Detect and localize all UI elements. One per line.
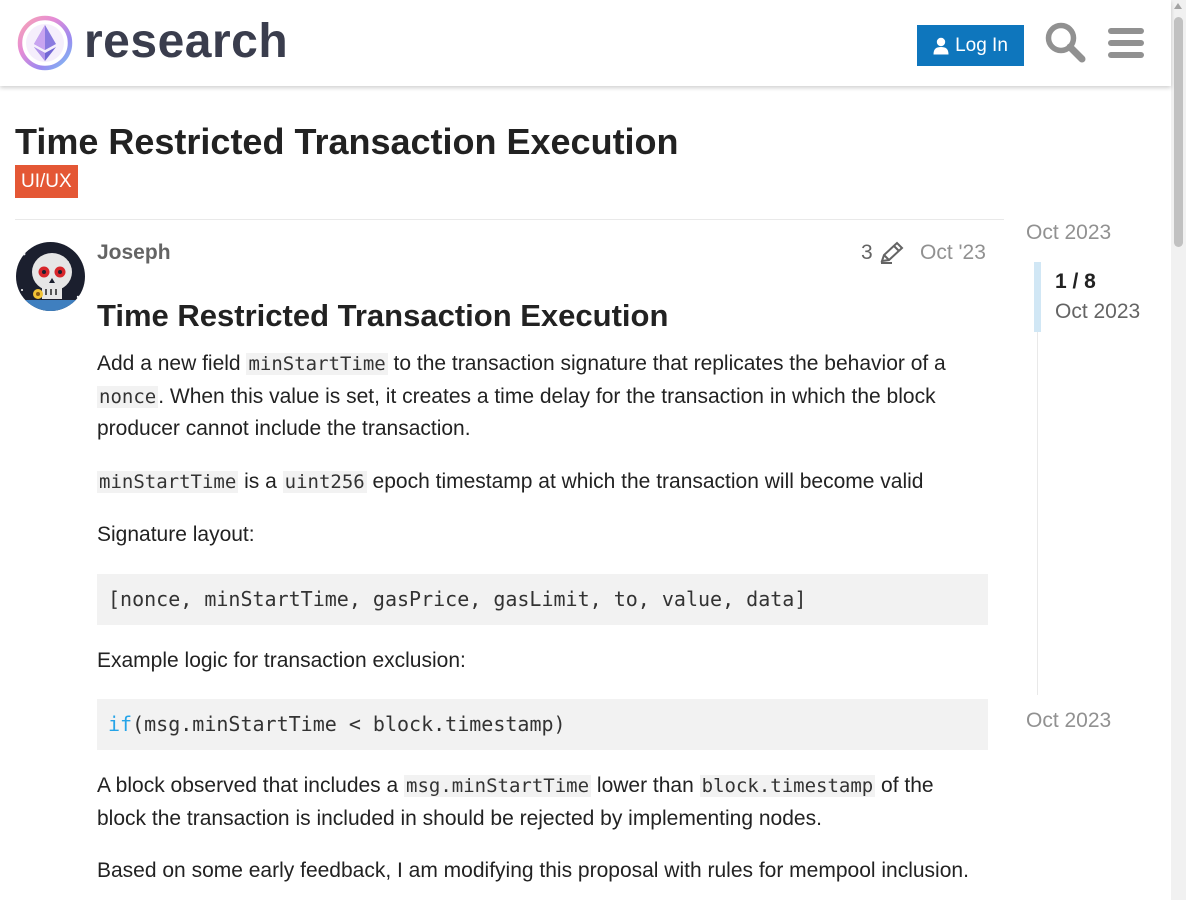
post-paragraph: Signature layout:: [97, 523, 255, 546]
site-header: research Log In: [0, 0, 1171, 86]
text-span: Add a new field: [97, 352, 247, 375]
code-block: if(msg.minStartTime < block.timestamp): [97, 699, 988, 750]
avatar[interactable]: [16, 242, 85, 311]
inline-code: minStartTime: [246, 353, 388, 375]
timeline-position: 1 / 8: [1055, 270, 1096, 293]
inline-code: uint256: [282, 470, 367, 493]
post-paragraph: Add a new field minStartTime to the tran…: [97, 348, 988, 446]
scroll-thumb[interactable]: [1174, 17, 1183, 247]
inline-code: msg.minStartTime: [404, 775, 592, 797]
text-span: A block observed that includes a: [97, 774, 405, 797]
text-span: to the transaction signature that replic…: [387, 352, 946, 375]
timeline-handle[interactable]: [1034, 262, 1041, 332]
logo-icon[interactable]: [16, 14, 74, 72]
code-text: (msg.minStartTime < block.timestamp): [132, 712, 566, 736]
category-badge[interactable]: UI/UX: [15, 165, 78, 198]
scroll-up-arrow-icon[interactable]: [1174, 3, 1182, 9]
post-paragraph: Example logic for transaction exclusion:: [97, 648, 466, 672]
timeline-current-date: Oct 2023: [1055, 300, 1141, 323]
post-paragraph: minStartTime is a uint256 epoch timestam…: [97, 466, 988, 499]
pencil-icon: [880, 241, 904, 264]
text-span: is a: [238, 469, 283, 493]
edit-count: 3: [861, 241, 873, 264]
post-paragraph: A block observed that includes a msg.min…: [97, 770, 988, 835]
login-button[interactable]: Log In: [917, 25, 1024, 66]
hamburger-menu-icon[interactable]: [1104, 20, 1148, 64]
code-keyword: if: [108, 712, 133, 736]
skull-avatar-icon: [16, 242, 85, 311]
inline-code: block.timestamp: [699, 775, 876, 797]
text-span: lower than: [591, 774, 700, 797]
post-paragraph: Based on some early feedback, I am modif…: [97, 859, 969, 882]
post-username[interactable]: Joseph: [97, 240, 171, 266]
logo-text[interactable]: research: [84, 12, 288, 72]
text-span: . When this value is set, it creates a t…: [97, 384, 936, 441]
page-scrollbar[interactable]: [1171, 0, 1186, 900]
text-span: epoch timestamp at which the transaction…: [366, 469, 924, 493]
post-body: Time Restricted Transaction Execution Ad…: [97, 296, 988, 888]
edit-history-button[interactable]: 3: [861, 240, 905, 266]
post-date[interactable]: Oct '23: [920, 240, 986, 266]
timeline-end-date[interactable]: Oct 2023: [1026, 708, 1111, 734]
code-block: [nonce, minStartTime, gasPrice, gasLimit…: [97, 573, 988, 625]
post-heading: Time Restricted Transaction Execution: [97, 298, 669, 333]
timeline-start-date[interactable]: Oct 2023: [1026, 220, 1111, 246]
login-label: Log In: [955, 34, 1008, 56]
topic-title[interactable]: Time Restricted Transaction Execution: [15, 120, 679, 164]
inline-code: nonce: [97, 385, 159, 408]
search-icon[interactable]: [1043, 20, 1087, 64]
divider: [15, 219, 1004, 220]
inline-code: minStartTime: [97, 470, 239, 493]
user-icon: [933, 37, 949, 54]
